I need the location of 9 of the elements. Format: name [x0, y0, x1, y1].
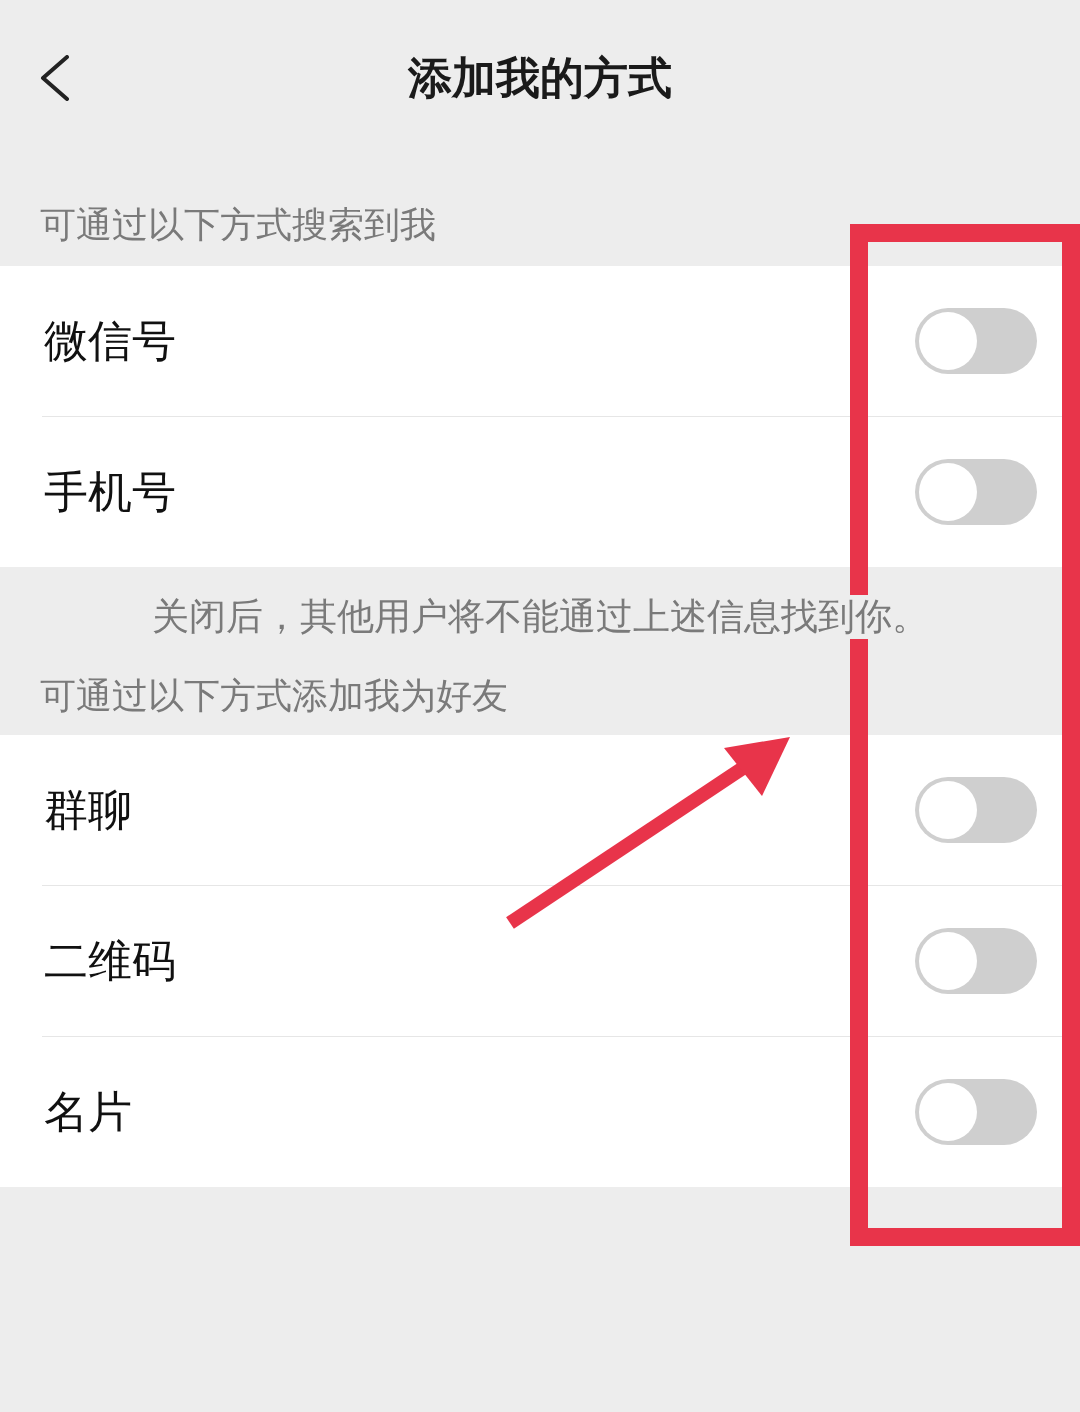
setting-label: 名片 [44, 1086, 132, 1138]
page-title: 添加我的方式 [408, 56, 672, 100]
setting-label: 群聊 [44, 784, 132, 836]
section-header: 可通过以下方式搜索到我 [40, 204, 436, 246]
setting-label: 二维码 [44, 935, 176, 987]
section-header: 可通过以下方式添加我为好友 [40, 675, 508, 717]
setting-label: 微信号 [44, 315, 176, 367]
setting-label: 手机号 [44, 466, 176, 518]
back-icon[interactable] [40, 55, 70, 101]
